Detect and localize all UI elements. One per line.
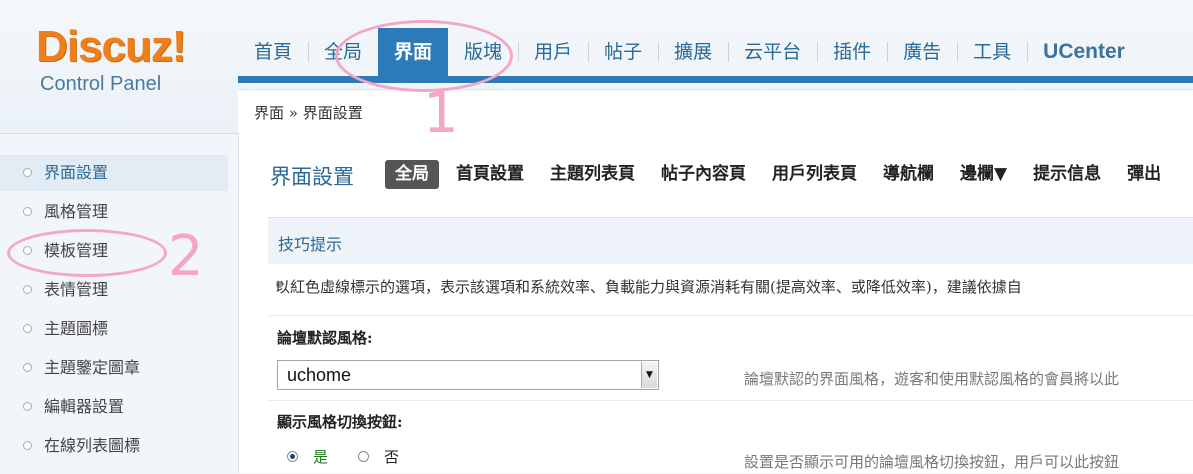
annotation-ellipse-2 (7, 229, 167, 277)
sidebar-item-interface-settings[interactable]: 界面設置 (0, 155, 228, 191)
tab-global[interactable]: 全局 (385, 160, 439, 189)
tab-home-settings[interactable]: 首頁設置 (443, 160, 537, 189)
top-nav-users[interactable]: 用戶 (518, 28, 588, 76)
sidebar-item-label: 主題圖標 (44, 319, 109, 338)
sidebar-item-thread-icons[interactable]: 主題圖標 (0, 311, 228, 347)
bullet-icon (23, 402, 32, 411)
header: Discuz! Control Panel 首頁 全局 界面 版塊 用戶 帖子 … (0, 0, 1193, 134)
sidebar-item-editor-settings[interactable]: 編輯器設置 (0, 389, 228, 425)
tab-user-list[interactable]: 用戶列表頁 (759, 160, 870, 189)
sidebar-item-label: 編輯器設置 (44, 397, 125, 416)
sidebar-item-label: 界面設置 (44, 163, 109, 182)
default-style-value: uchome (287, 365, 352, 385)
top-nav-tools[interactable]: 工具 (957, 28, 1027, 76)
bullet-icon (23, 207, 32, 216)
sidebar-item-label: 風格管理 (44, 202, 109, 221)
annotation-number-1: 1 (423, 81, 459, 146)
style-switch-description: 設置是否顯示可用的論壇風格切換按鈕，用戶可以此按鈕 (744, 453, 1120, 471)
breadcrumb: 界面 » 界面設置 (254, 104, 363, 122)
top-nav-posts[interactable]: 帖子 (588, 28, 658, 76)
breadcrumb-bar: 界面 » 界面設置 (238, 89, 1193, 134)
sidebar: 界面設置 風格管理 模板管理 表情管理 主題圖標 主題鑒定圖章 編輯器設置 在線… (0, 133, 238, 474)
logo-brand: Discuz! (36, 22, 186, 71)
bullet-icon (23, 168, 32, 177)
top-nav-extensions[interactable]: 擴展 (658, 28, 728, 76)
top-nav-ads[interactable]: 廣告 (887, 28, 957, 76)
tab-navbar[interactable]: 導航欄 (870, 160, 947, 189)
bullet-icon (23, 285, 32, 294)
sidebar-item-thread-stamps[interactable]: 主題鑒定圖章 (0, 350, 228, 386)
default-style-description: 論壇默認的界面風格，遊客和使用默認風格的會員將以此 (744, 370, 1120, 388)
top-nav-cloud[interactable]: 云平台 (728, 28, 817, 76)
sidebar-item-label: 在線列表圖標 (44, 436, 141, 455)
tip-text: 以紅色虛線標示的選項，表示該選項和系統效率、負載能力與資源消耗有關(提高效率、或… (275, 278, 1022, 296)
tab-post-content[interactable]: 帖子內容頁 (648, 160, 759, 189)
sidebar-item-label: 主題鑒定圖章 (44, 358, 141, 377)
tips-header: 技巧提示 (268, 217, 1193, 264)
settings-tabs: 全局 首頁設置 主題列表頁 帖子內容頁 用戶列表頁 導航欄 邊欄▼ 提示信息 彈… (385, 160, 1174, 189)
bullet-icon (23, 363, 32, 372)
bullet-icon (23, 441, 32, 450)
top-nav-home[interactable]: 首頁 (238, 28, 308, 76)
sidebar-item-online-list-icons[interactable]: 在線列表圖標 (0, 428, 228, 464)
radio-checked-icon[interactable] (287, 451, 298, 462)
dropdown-arrow-icon[interactable]: ▼ (641, 362, 657, 388)
top-nav-ucenter[interactable]: UCenter (1027, 28, 1141, 76)
style-switch-label: 顯示風格切換按鈕: (277, 413, 403, 431)
divider (268, 315, 1193, 316)
radio-label: 是 (313, 448, 329, 466)
radio-label: 否 (384, 448, 400, 466)
top-nav-plugins[interactable]: 插件 (817, 28, 887, 76)
default-style-select[interactable]: uchome ▼ (277, 360, 659, 390)
default-style-label: 論壇默認風格: (277, 329, 373, 347)
radio-unchecked-icon[interactable] (358, 451, 369, 462)
tab-thread-list[interactable]: 主題列表頁 (537, 160, 648, 189)
bullet-icon (23, 324, 32, 333)
tab-sidebar-dropdown[interactable]: 邊欄▼ (947, 160, 1020, 189)
annotation-number-2: 2 (168, 224, 204, 289)
sidebar-item-label: 表情管理 (44, 280, 109, 299)
page-title: 界面設置 (270, 165, 354, 189)
divider (268, 400, 1193, 401)
logo-subtitle: Control Panel (40, 73, 162, 95)
tab-prompts[interactable]: 提示信息 (1020, 160, 1114, 189)
tips-title: 技巧提示 (278, 235, 343, 254)
main-content: 界面設置 全局 首頁設置 主題列表頁 帖子內容頁 用戶列表頁 導航欄 邊欄▼ 提… (239, 134, 1193, 473)
logo[interactable]: Discuz! Control Panel (36, 22, 186, 96)
tab-popup[interactable]: 彈出 (1114, 160, 1174, 189)
